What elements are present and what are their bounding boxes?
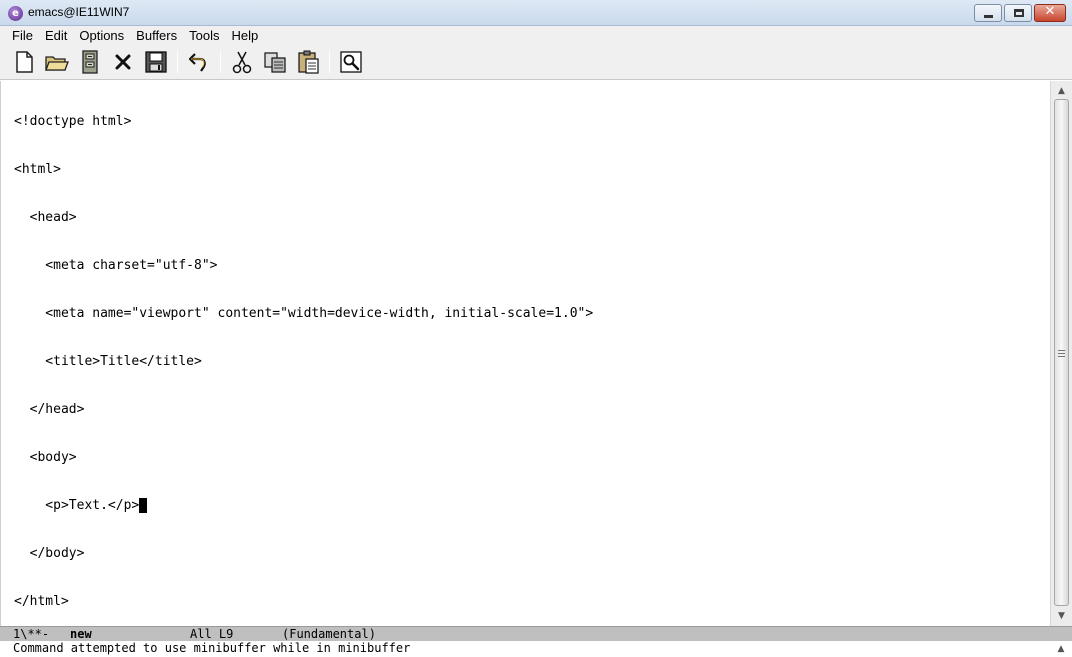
close-buffer-button[interactable] xyxy=(109,48,137,76)
code-line: </body> xyxy=(14,546,85,561)
emacs-app-icon[interactable]: e xyxy=(8,6,23,21)
open-directory-button[interactable] xyxy=(76,48,104,76)
code-line: <meta charset="utf-8"> xyxy=(14,258,218,273)
toolbar xyxy=(0,45,1072,80)
maximize-icon xyxy=(1014,9,1024,17)
undo-icon xyxy=(188,53,206,72)
menu-options[interactable]: Options xyxy=(73,26,130,45)
code-line: <meta name="viewport" content="width=dev… xyxy=(14,306,594,321)
scroll-up-icon[interactable]: ▲ xyxy=(1051,83,1072,99)
copy-button[interactable] xyxy=(261,48,289,76)
menu-buffers[interactable]: Buffers xyxy=(130,26,183,45)
new-file-icon xyxy=(16,51,33,73)
scroll-down-icon[interactable]: ▼ xyxy=(1051,608,1072,624)
maximize-button[interactable] xyxy=(1004,4,1032,22)
echo-message: Command attempted to use minibuffer whil… xyxy=(13,641,411,655)
paste-icon xyxy=(298,50,319,74)
menu-bar: File Edit Options Buffers Tools Help xyxy=(0,26,1072,45)
mode-line[interactable]: 1\**- new All L9 (Fundamental) xyxy=(0,626,1072,641)
toolbar-separator xyxy=(329,51,330,73)
text-cursor xyxy=(139,498,148,513)
paste-button[interactable] xyxy=(294,48,322,76)
open-folder-icon xyxy=(45,56,69,71)
vertical-scrollbar[interactable]: ▲ ▼ xyxy=(1050,81,1072,626)
modeline-buffer-name[interactable]: new xyxy=(70,627,92,641)
cut-icon xyxy=(232,51,252,74)
code-line: <!doctype html> xyxy=(14,114,132,129)
code-line-cursor: <p>Text.</p> xyxy=(14,498,593,514)
modeline-position: All L9 xyxy=(190,627,234,641)
grip-icon xyxy=(1058,350,1065,357)
menu-edit[interactable]: Edit xyxy=(39,26,73,45)
code-line: <title>Title</title> xyxy=(14,354,202,369)
code-line: </head> xyxy=(14,402,85,417)
cut-button[interactable] xyxy=(228,48,256,76)
minimize-button[interactable] xyxy=(974,4,1002,22)
close-icon: ✕ xyxy=(1044,4,1056,19)
menu-tools[interactable]: Tools xyxy=(183,26,225,45)
close-button[interactable]: ✕ xyxy=(1034,4,1066,22)
toolbar-separator xyxy=(220,51,221,73)
save-button[interactable] xyxy=(142,48,170,76)
code-line: <body> xyxy=(14,450,77,465)
search-icon xyxy=(340,51,362,73)
editor-buffer[interactable]: <!doctype html> <html> <head> <meta char… xyxy=(0,81,1050,626)
open-directory-icon xyxy=(82,50,98,74)
scrollbar-thumb[interactable] xyxy=(1054,99,1069,606)
undo-button[interactable] xyxy=(185,48,213,76)
new-file-button[interactable] xyxy=(10,48,38,76)
code-text[interactable]: <!doctype html> <html> <head> <meta char… xyxy=(14,82,593,642)
window-title: emacs@IE11WIN7 xyxy=(28,5,130,19)
close-buffer-icon xyxy=(115,54,131,70)
minimize-icon xyxy=(984,15,993,18)
code-line: <html> xyxy=(14,162,61,177)
search-button[interactable] xyxy=(337,48,365,76)
code-line: </html> xyxy=(14,594,69,609)
open-file-button[interactable] xyxy=(43,48,71,76)
menu-help[interactable]: Help xyxy=(225,26,264,45)
save-icon xyxy=(145,51,167,73)
modeline-status: 1\**- xyxy=(13,627,50,641)
window-controls: ✕ xyxy=(974,4,1066,22)
toolbar-separator xyxy=(177,51,178,73)
title-bar: e emacs@IE11WIN7 ✕ xyxy=(0,0,1072,26)
menu-file[interactable]: File xyxy=(6,26,39,45)
modeline-major-mode[interactable]: (Fundamental) xyxy=(282,627,376,641)
code-line-text: <p>Text.</p> xyxy=(14,498,140,513)
code-line: <head> xyxy=(14,210,77,225)
echo-area[interactable]: Command attempted to use minibuffer whil… xyxy=(0,641,1072,657)
copy-icon xyxy=(264,52,286,73)
echo-scroll-up-icon[interactable]: ▲ xyxy=(1054,642,1068,656)
